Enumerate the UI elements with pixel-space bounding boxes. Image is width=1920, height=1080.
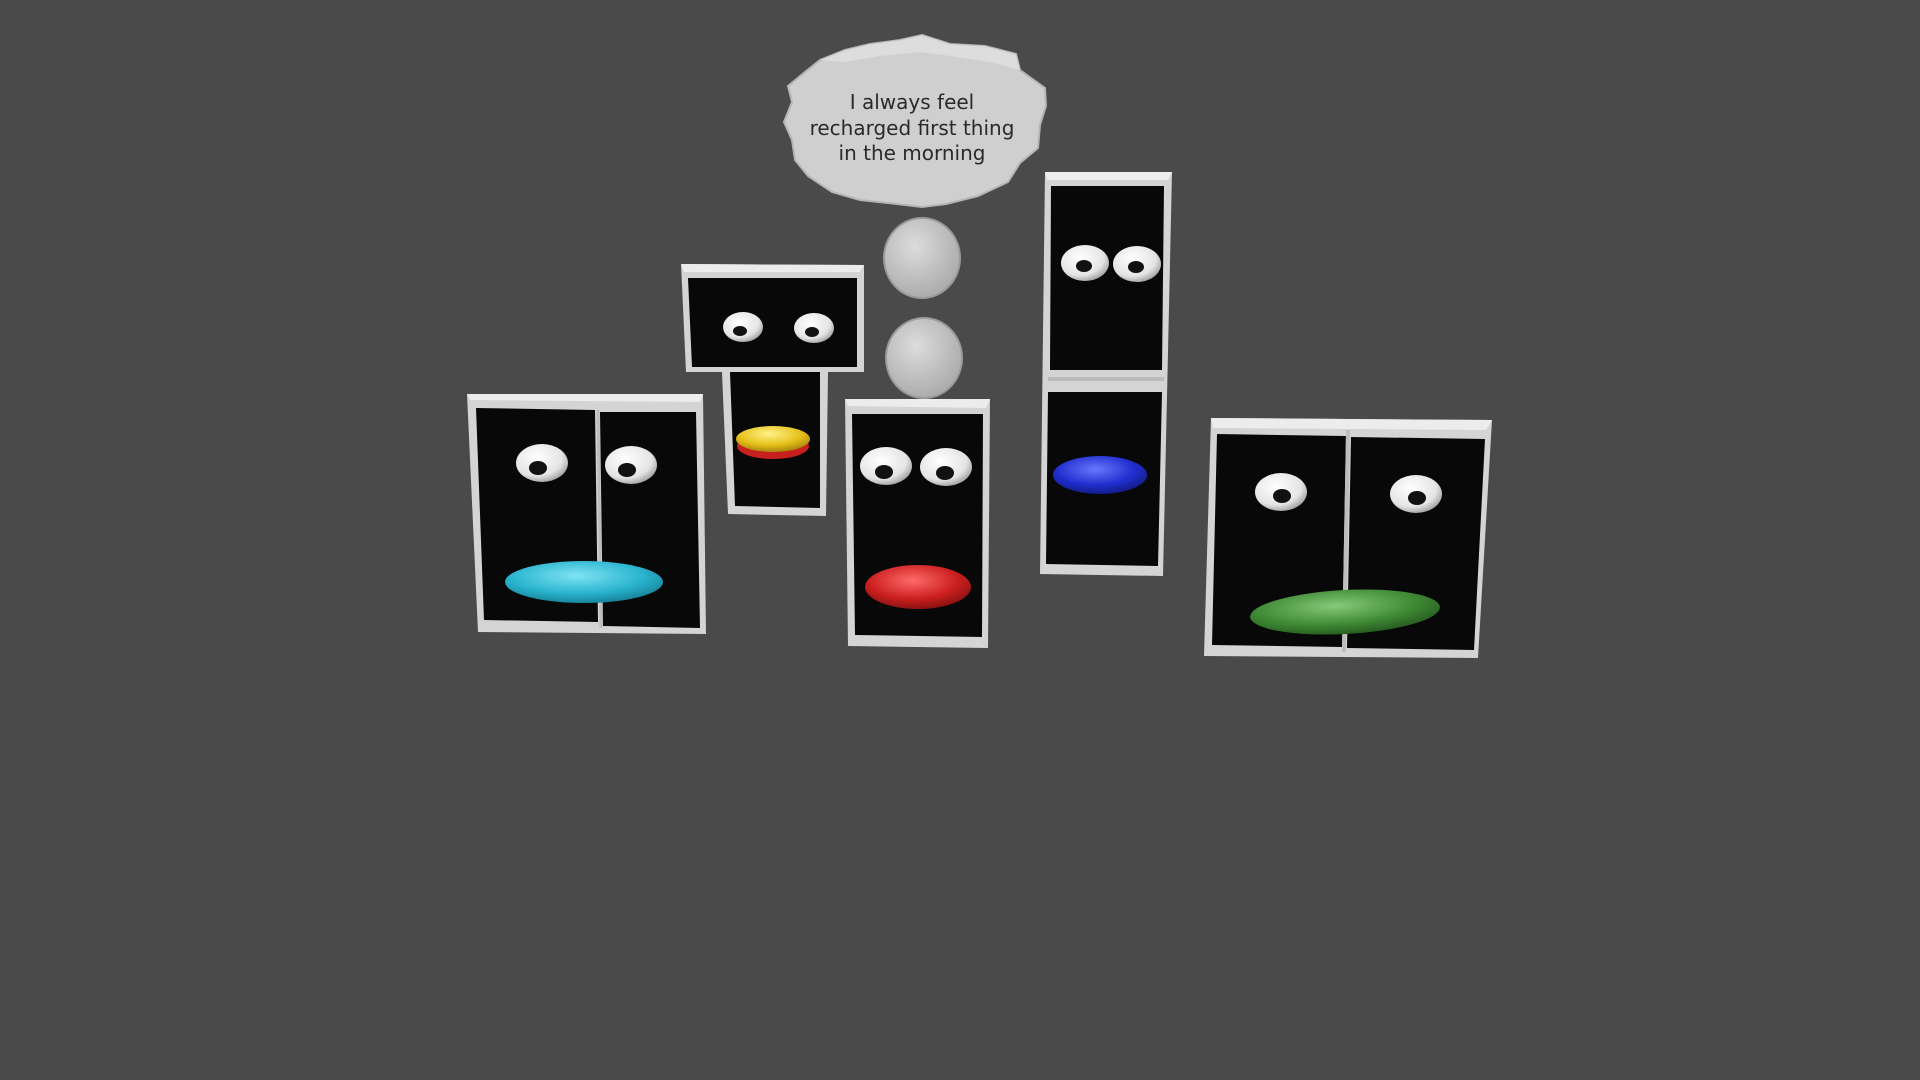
thought-bubble-dots — [883, 217, 963, 399]
right-pupil — [936, 466, 954, 480]
right-pupil — [1408, 491, 1426, 505]
left-pupil — [1273, 489, 1291, 503]
scene: I always feel recharged first thing in t… — [467, 33, 1492, 658]
red-mouth — [865, 565, 971, 609]
right-pupil — [1128, 261, 1144, 273]
cyan-mouth — [505, 561, 663, 603]
green-mouth-character — [1204, 418, 1492, 658]
thought-dot-lower — [885, 317, 963, 399]
left-pupil — [1076, 260, 1092, 272]
right-pupil — [618, 463, 636, 477]
thought-bubble-line-1: I always feel — [850, 90, 975, 114]
cyan-mouth-character — [467, 394, 706, 634]
thought-dot-upper — [883, 217, 961, 299]
thought-bubble-line-3: in the morning — [839, 141, 986, 165]
blue-mouth — [1053, 456, 1147, 494]
left-pupil — [733, 326, 747, 336]
left-pupil — [529, 461, 547, 475]
thought-bubble-line-2: recharged first thing — [810, 116, 1015, 140]
yellow-mouth — [736, 426, 810, 452]
red-mouth-character — [845, 399, 990, 648]
left-pupil — [875, 465, 893, 479]
thought-bubble: I always feel recharged first thing in t… — [782, 33, 1048, 209]
yellow-mouth-character — [681, 264, 864, 516]
blue-mouth-character — [1040, 172, 1172, 576]
right-pupil — [805, 327, 819, 337]
